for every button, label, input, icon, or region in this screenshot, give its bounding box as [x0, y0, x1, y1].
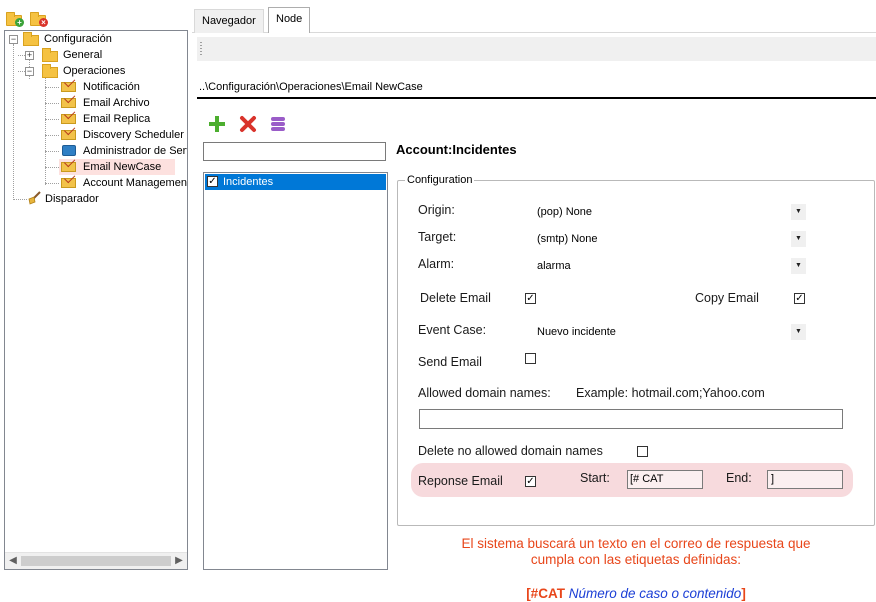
- envelope-icon: [61, 82, 76, 92]
- target-select[interactable]: (smtp) None ▼: [531, 230, 806, 248]
- chevron-down-icon[interactable]: ▼: [791, 324, 806, 340]
- tree-item-disparador[interactable]: Disparador: [45, 191, 99, 207]
- allowed-domains-example: Example: hotmail.com;Yahoo.com: [576, 386, 765, 400]
- end-input[interactable]: ]: [767, 470, 843, 489]
- tree-item-email-archivo[interactable]: Email Archivo: [83, 95, 150, 111]
- account-item-label: Incidentes: [223, 176, 274, 188]
- folder-add-icon[interactable]: +: [6, 12, 24, 27]
- broom-icon: [27, 191, 41, 205]
- origin-value: (pop) None: [537, 206, 593, 218]
- send-email-checkbox[interactable]: [525, 353, 536, 364]
- copy-email-label: Copy Email: [695, 291, 759, 305]
- folder-remove-icon[interactable]: ×: [30, 12, 48, 27]
- event-case-select[interactable]: Nuevo incidente ▼: [531, 323, 806, 341]
- configuration-legend: Configuration: [405, 174, 475, 186]
- tree-item-administrador[interactable]: Administrador de Servi: [83, 143, 187, 159]
- note-line-2: cumpla con las etiquetas definidas:: [530, 552, 742, 567]
- folder-icon: [23, 32, 39, 46]
- delete-email-label: Delete Email: [420, 291, 491, 305]
- delete-account-button[interactable]: [239, 115, 257, 133]
- tree-item-email-replica[interactable]: Email Replica: [83, 111, 150, 127]
- envelope-icon: [61, 162, 76, 172]
- allowed-domains-label: Allowed domain names:: [418, 386, 551, 400]
- account-list[interactable]: Incidentes ✓: [203, 172, 388, 570]
- tree-item-notificacion[interactable]: Notificación: [83, 79, 140, 95]
- toolbox-icon: [62, 145, 76, 156]
- node-toolbar: [197, 37, 876, 61]
- delete-no-allowed-checkbox[interactable]: [637, 446, 648, 457]
- toolbar-partial-label: alalala: [56, 0, 88, 3]
- note-tag-line: [#CAT Número de caso o contenido]: [397, 586, 875, 601]
- account-list-item[interactable]: Incidentes: [205, 174, 386, 190]
- response-email-checkbox[interactable]: ✓: [525, 476, 536, 487]
- tree-item-configuracion[interactable]: Configuración: [44, 31, 112, 47]
- tree-item-discovery-scheduler[interactable]: Discovery Scheduler: [83, 127, 184, 143]
- database-icon: [271, 117, 285, 131]
- breadcrumb-path: ..\Configuración\Operaciones\Email NewCa…: [199, 81, 423, 93]
- folder-icon: [42, 64, 58, 78]
- chevron-down-icon[interactable]: ▼: [791, 231, 806, 247]
- scroll-right-icon[interactable]: ▶: [173, 555, 185, 567]
- alarm-label: Alarm:: [418, 257, 455, 271]
- origin-label: Origin:: [418, 203, 455, 217]
- collapse-toggle-icon[interactable]: −: [9, 35, 18, 44]
- toolbar-grip[interactable]: [200, 42, 202, 56]
- tree-item-account-management[interactable]: Account Management: [83, 175, 187, 191]
- tree-item-general[interactable]: General: [63, 47, 102, 63]
- collapse-toggle-icon[interactable]: −: [25, 67, 34, 76]
- account-title: Account:Incidentes: [396, 142, 517, 157]
- tree-horizontal-scrollbar[interactable]: ◀ ▶: [5, 552, 187, 569]
- envelope-icon: [61, 98, 76, 108]
- delete-email-checkbox[interactable]: ✓: [525, 293, 536, 304]
- end-label: End:: [726, 471, 752, 485]
- start-value: [# CAT: [630, 473, 664, 485]
- envelope-icon: [61, 178, 76, 188]
- note-tag-close: ]: [741, 586, 746, 601]
- folder-icon: [42, 48, 58, 62]
- envelope-icon: [61, 114, 76, 124]
- envelope-icon: [61, 130, 76, 140]
- tree-item-email-newcase[interactable]: Email NewCase: [83, 159, 161, 175]
- note-tag-desc: Número de caso o contenido: [568, 586, 742, 601]
- origin-select[interactable]: (pop) None ▼: [531, 203, 806, 221]
- chevron-down-icon[interactable]: ▼: [791, 204, 806, 220]
- expand-toggle-icon[interactable]: +: [25, 51, 34, 60]
- account-filter-input[interactable]: [203, 142, 386, 161]
- scroll-left-icon[interactable]: ◀: [7, 555, 19, 567]
- path-divider: [197, 97, 876, 99]
- note-tag-open: [#CAT: [526, 586, 565, 601]
- allowed-domains-input[interactable]: [419, 409, 843, 429]
- response-email-label: Reponse Email: [418, 474, 503, 488]
- tab-navegador[interactable]: Navegador: [194, 9, 264, 33]
- x-icon: [240, 116, 256, 132]
- delete-no-allowed-label: Delete no allowed domain names: [418, 444, 603, 458]
- target-label: Target:: [418, 230, 457, 244]
- event-case-value: Nuevo incidente: [537, 326, 616, 338]
- alarm-select[interactable]: alarma ▼: [531, 257, 806, 275]
- tab-node[interactable]: Node: [268, 7, 311, 33]
- start-input[interactable]: [# CAT: [627, 470, 703, 489]
- start-label: Start:: [580, 471, 610, 485]
- copy-email-checkbox[interactable]: ✓: [794, 293, 805, 304]
- alarm-value: alarma: [537, 260, 571, 272]
- plus-icon: [209, 116, 225, 132]
- account-item-checkbox[interactable]: ✓: [207, 176, 218, 187]
- add-account-button[interactable]: [208, 115, 226, 133]
- event-case-label: Event Case:: [418, 323, 487, 337]
- scroll-thumb[interactable]: [21, 556, 171, 566]
- chevron-down-icon[interactable]: ▼: [791, 258, 806, 274]
- note-line-1: El sistema buscará un texto en el correo…: [461, 536, 811, 551]
- database-button[interactable]: [269, 115, 287, 133]
- send-email-label: Send Email: [418, 355, 482, 369]
- target-value: (smtp) None: [537, 233, 598, 245]
- configuration-tree[interactable]: − Configuración + General − Operaciones …: [4, 30, 188, 570]
- end-value: ]: [771, 473, 775, 485]
